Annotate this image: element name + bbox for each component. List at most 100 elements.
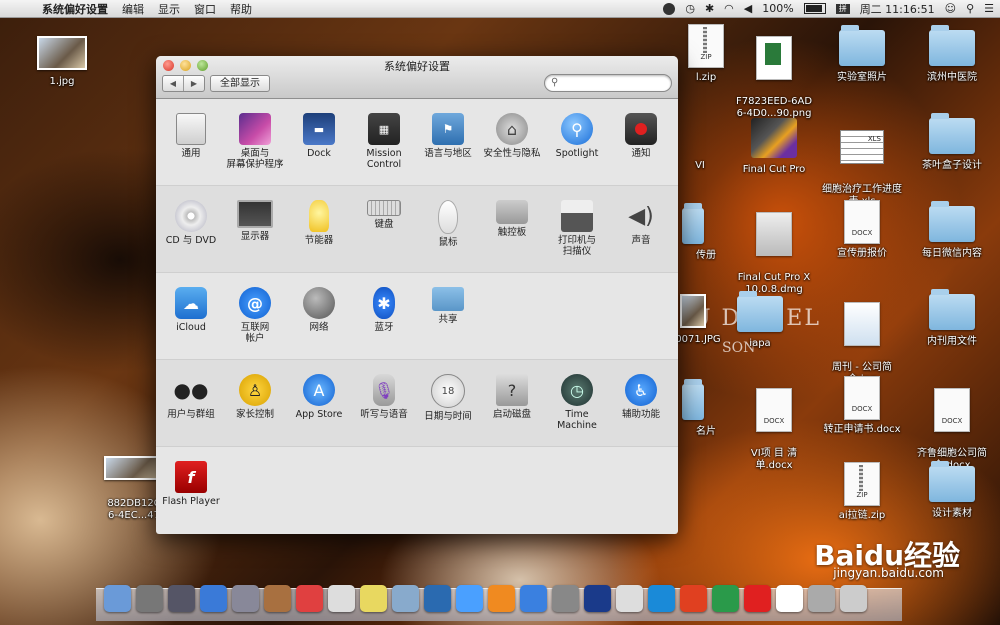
dock-app-icon[interactable] (392, 585, 419, 612)
desktop-item[interactable]: DOCX 转正申请书.docx (822, 376, 902, 436)
dock-app-icon[interactable] (456, 585, 483, 612)
desktop-item[interactable]: 每日微信内容 (912, 201, 992, 260)
desktop-item[interactable]: 设计素材 (912, 461, 992, 520)
search-field[interactable]: ⚲ (544, 74, 672, 92)
dock-app-icon[interactable] (840, 585, 867, 612)
volume-icon[interactable]: ◀ (744, 2, 752, 15)
dock-app-icon[interactable] (616, 585, 643, 612)
baidu-watermark-url: jingyan.baidu.com (833, 566, 944, 580)
qq-icon[interactable] (663, 2, 676, 15)
desktop-item[interactable]: Final Cut Pro X 10.0.8.dmg (734, 200, 814, 296)
dock-app-icon[interactable] (296, 585, 323, 612)
desktop-item[interactable]: 滨州中医院 (912, 25, 992, 84)
dock-app-icon[interactable] (712, 585, 739, 612)
desktop-item[interactable]: F7823EED-6AD 6-4D0...90.png (734, 24, 814, 120)
pane-sound[interactable]: ◀) 声音 (609, 200, 673, 246)
pane-internet-accounts[interactable]: @ 互联网 帐户 (223, 287, 287, 344)
desktop-item[interactable]: 细胞治疗工作进度 表.xls (822, 118, 902, 208)
battery-percent[interactable]: 100% (762, 2, 793, 15)
pane-spotlight[interactable]: ⚲ Spotlight (545, 113, 609, 159)
pane-accessibility[interactable]: ♿ 辅助功能 (609, 374, 673, 420)
user-icon[interactable]: ☺ (945, 2, 956, 15)
dock-app-icon[interactable] (104, 585, 131, 612)
pane-security[interactable]: ⌂ 安全性与隐私 (480, 113, 544, 159)
dock-app-icon[interactable] (680, 585, 707, 612)
dock-app-icon[interactable] (328, 585, 355, 612)
menu-app-name[interactable]: 系统偏好设置 (42, 1, 108, 17)
wifi-icon[interactable]: ◠ (724, 2, 734, 15)
forward-button[interactable]: ▶ (183, 76, 204, 91)
desktop-item[interactable]: ZIP ai拉链.zip (822, 462, 902, 522)
pane-time-machine[interactable]: ◷ Time Machine (545, 374, 609, 431)
time-machine-status-icon[interactable]: ◷ (685, 2, 695, 15)
dock-app-icon[interactable] (168, 585, 195, 612)
pane-icloud[interactable]: ☁ iCloud (159, 287, 223, 333)
pane-cd[interactable]: CD 与 DVD (159, 200, 223, 246)
pane-users[interactable]: ●● 用户与群组 (159, 374, 223, 421)
desktop-item[interactable]: DOCX 齐鲁细胞公司简 介.docx (912, 376, 992, 472)
dock-app-icon[interactable] (552, 585, 579, 612)
dock-app-icon[interactable] (200, 585, 227, 612)
pane-trackpad[interactable]: 触控板 (480, 200, 544, 238)
dock-app-icon[interactable] (488, 585, 515, 612)
show-all-button[interactable]: 全部显示 (210, 75, 270, 92)
dock-app-icon[interactable] (776, 585, 803, 612)
dock-app-icon[interactable] (424, 585, 451, 612)
desktop-item[interactable]: 茶叶盒子设计 (912, 113, 992, 172)
pane-label: 触控板 (497, 227, 527, 238)
pane-dock[interactable]: ▬ Dock (287, 113, 351, 159)
pane-dictation[interactable]: 🎙 听写与语音 (352, 374, 416, 420)
spotlight-icon: ⚲ (561, 113, 593, 145)
menu-view[interactable]: 显示 (158, 1, 180, 17)
spotlight-menu-icon[interactable]: ⚲ (966, 2, 974, 15)
clock[interactable]: 周二 11:16:51 (860, 1, 935, 17)
dock-app-icon[interactable] (264, 585, 291, 612)
dock-app-icon[interactable] (520, 585, 547, 612)
desktop-item[interactable]: Final Cut Pro (734, 118, 814, 176)
pane-parental[interactable]: ♙ 家长控制 (223, 374, 287, 420)
folder-icon (929, 113, 975, 154)
dock-app-icon[interactable] (744, 585, 771, 612)
desktop-item[interactable]: 周刊 - 公司简 介.jpg (822, 290, 902, 386)
pane-flash[interactable]: f Flash Player (159, 461, 223, 507)
pane-general[interactable]: 通用 (159, 113, 223, 159)
menu-help[interactable]: 帮助 (230, 1, 252, 17)
pane-network[interactable]: 网络 (287, 287, 351, 333)
desktop-item[interactable]: 1.jpg (22, 36, 102, 88)
pane-date-time[interactable]: 18 日期与时间 (416, 374, 480, 422)
dock-app-icon[interactable] (808, 585, 835, 612)
pane-keyboard[interactable]: 键盘 (352, 200, 416, 230)
menu-edit[interactable]: 编辑 (122, 1, 144, 17)
pane-sharing[interactable]: 共享 (416, 287, 480, 325)
pane-desktop[interactable]: 桌面与 屏幕保护程序 (223, 113, 287, 170)
pane-mouse[interactable]: 鼠标 (416, 200, 480, 248)
pane-energy[interactable]: 节能器 (287, 200, 351, 246)
pane-display[interactable]: 显示器 (223, 200, 287, 242)
pane-startup-disk[interactable]: ? 启动磁盘 (480, 374, 544, 420)
desktop-item[interactable]: DOCX 宣传册报价 (822, 200, 902, 260)
pane-printer[interactable]: 打印机与 扫描仪 (545, 200, 609, 257)
input-source-icon[interactable]: 拼 (835, 3, 850, 14)
pane-language[interactable]: ⚑ 语言与地区 (416, 113, 480, 159)
battery-icon[interactable] (803, 3, 826, 14)
desktop-icon (239, 113, 271, 145)
desktop-item[interactable]: 实验室照片 (822, 25, 902, 84)
pane-app-store[interactable]: A App Store (287, 374, 351, 420)
desktop-item[interactable]: iapa (720, 291, 800, 350)
dock-app-icon[interactable] (584, 585, 611, 612)
pane-mission-control[interactable]: ▦ Mission Control (352, 113, 416, 170)
dock-app-icon[interactable] (136, 585, 163, 612)
notification-center-icon[interactable]: ☰ (984, 2, 994, 15)
dock-app-icon[interactable] (232, 585, 259, 612)
pane-bluetooth[interactable]: ✱ 蓝牙 (352, 287, 416, 333)
pane-label: 桌面与 屏幕保护程序 (226, 148, 284, 170)
time-machine-icon: ◷ (561, 374, 593, 406)
back-button[interactable]: ◀ (163, 76, 183, 91)
desktop-item[interactable]: 内刊用文件 (912, 289, 992, 348)
dock-app-icon[interactable] (648, 585, 675, 612)
desktop-item[interactable]: DOCX VI项 目 清 单.docx (734, 376, 814, 472)
pane-notification[interactable]: 通知 (609, 113, 673, 159)
bluetooth-status-icon[interactable]: ✱ (705, 2, 714, 15)
dock-app-icon[interactable] (360, 585, 387, 612)
menu-window[interactable]: 窗口 (194, 1, 216, 17)
